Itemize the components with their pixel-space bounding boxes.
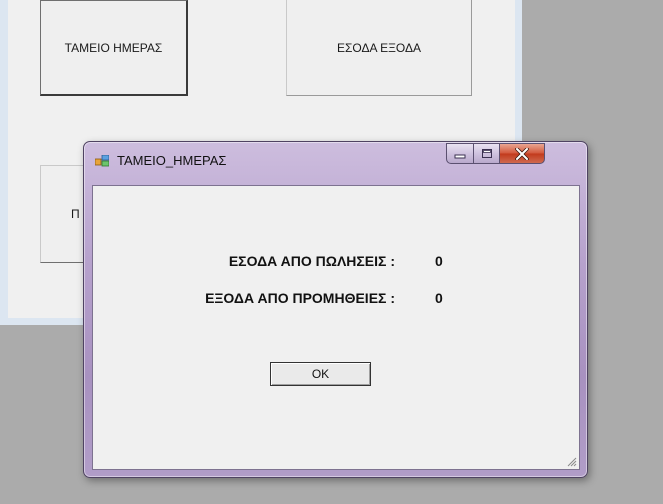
maximize-button[interactable]	[473, 143, 500, 164]
expense-value: 0	[435, 290, 443, 306]
expense-label: ΕΞΟΔΑ ΑΠΟ ΠΡΟΜΗΘΕΙΕΣ :	[205, 290, 395, 306]
dialog-title: ΤΑΜΕΙΟ_ΗΜΕΡΑΣ	[117, 153, 227, 168]
resize-grip-icon[interactable]	[565, 455, 577, 467]
close-icon	[515, 147, 529, 160]
income-expenses-button[interactable]: ΕΣΟΔΑ ΕΞΟΔΑ	[286, 0, 472, 96]
maximize-icon	[481, 149, 492, 158]
minimize-icon	[454, 154, 466, 158]
daily-cash-button[interactable]: ΤΑΜΕΙΟ ΗΜΕΡΑΣ	[40, 0, 188, 96]
ok-button[interactable]: OK	[270, 362, 371, 386]
close-button[interactable]	[499, 143, 545, 164]
dialog-client-area: ΕΣΟΔΑ ΑΠΟ ΠΩΛΗΣΕΙΣ : 0 ΕΞΟΔΑ ΑΠΟ ΠΡΟΜΗΘΕ…	[92, 185, 580, 470]
daily-cash-dialog: ΤΑΜΕΙΟ_ΗΜΕΡΑΣ ΕΣΟΔΑ ΑΠΟ ΠΩΛΗΣΕΙΣ : 0 ΕΞΟ…	[83, 141, 588, 478]
minimize-button[interactable]	[446, 143, 474, 164]
income-value: 0	[435, 253, 443, 269]
dialog-titlebar[interactable]: ΤΑΜΕΙΟ_ΗΜΕΡΑΣ	[84, 142, 587, 178]
income-label: ΕΣΟΔΑ ΑΠΟ ΠΩΛΗΣΕΙΣ :	[228, 253, 395, 269]
app-window-icon	[95, 155, 109, 167]
